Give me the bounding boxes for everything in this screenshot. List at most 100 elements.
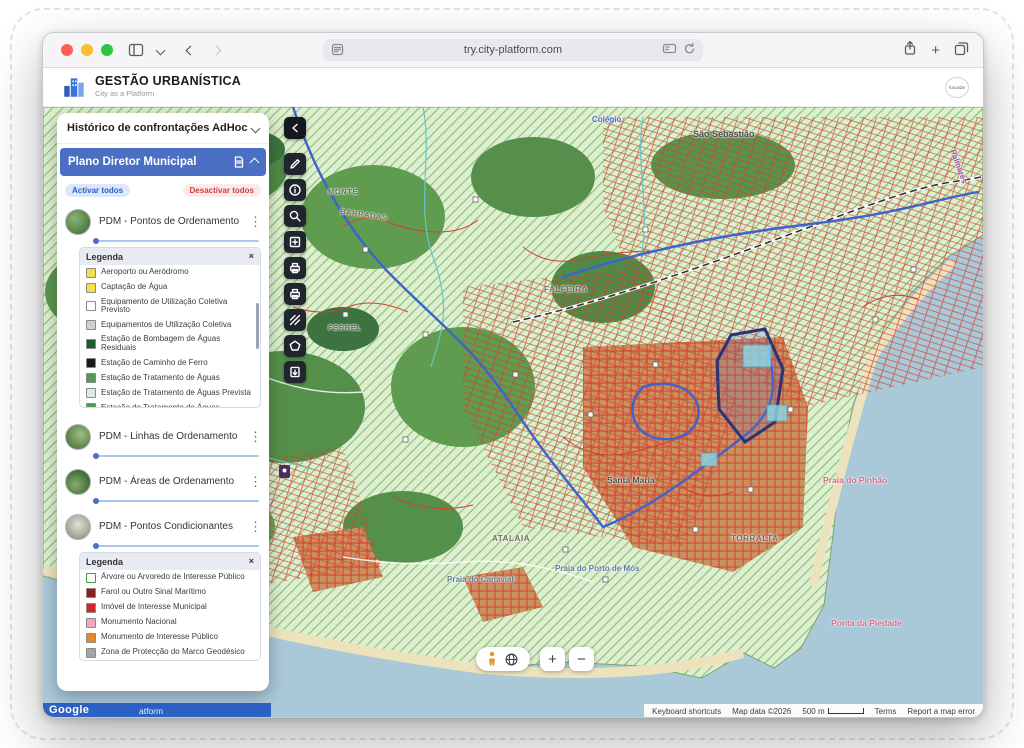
activate-all-button[interactable]: Activar todos bbox=[65, 184, 130, 197]
scale-control: 500 m bbox=[802, 707, 863, 716]
brand-logo: focus2e bbox=[945, 77, 969, 98]
legend-panel-points: Legenda × Aeroporto ou Aeródromo Captaçã… bbox=[79, 247, 261, 408]
info-tool-button[interactable] bbox=[284, 179, 306, 201]
map-label: São Sebastião bbox=[693, 129, 755, 139]
screenshot-stage: try.city-platform.com + bbox=[0, 0, 1024, 748]
opacity-slider[interactable] bbox=[95, 240, 259, 242]
globe-icon[interactable] bbox=[504, 652, 519, 667]
browser-toolbar: try.city-platform.com + bbox=[43, 33, 983, 68]
close-window-button[interactable] bbox=[61, 44, 73, 56]
app-title: GESTÃO URBANÍSTICA bbox=[95, 74, 241, 88]
layer-thumbnail[interactable] bbox=[65, 514, 91, 540]
add-layer-tool-button[interactable] bbox=[284, 231, 306, 253]
layer-menu-button[interactable]: ⋮ bbox=[249, 214, 261, 230]
footer-tail-text: atform bbox=[139, 706, 163, 716]
layer-thumbnail[interactable] bbox=[65, 469, 91, 495]
layer-thumbnail[interactable] bbox=[65, 209, 91, 235]
layer-menu-button[interactable]: ⋮ bbox=[249, 429, 261, 445]
share-icon[interactable] bbox=[903, 40, 917, 61]
opacity-slider[interactable] bbox=[95, 455, 259, 457]
privacy-badge-icon[interactable] bbox=[662, 42, 677, 60]
draw-tool-button[interactable] bbox=[284, 153, 306, 175]
sidebar-chevron-icon[interactable] bbox=[151, 41, 169, 59]
map-label: Ponta da Piedade bbox=[831, 618, 902, 628]
map-label: Colégio bbox=[592, 115, 621, 124]
zoom-window-button[interactable] bbox=[101, 44, 113, 56]
legend-item: Equipamento de Utilização Coletiva Previ… bbox=[80, 295, 260, 318]
legend-item: Zona de Protecção do Marco Geodésico bbox=[80, 645, 260, 660]
legend-item: Captação de Água bbox=[80, 280, 260, 295]
opacity-slider[interactable] bbox=[95, 500, 259, 502]
map-marker[interactable] bbox=[279, 465, 290, 478]
sidebar-toggle-icon[interactable] bbox=[127, 41, 145, 59]
legend-item: Árvore ou Arvoredo de Interesse Público bbox=[80, 570, 260, 585]
legend-item: Monumento de Interesse Público bbox=[80, 630, 260, 645]
layer-thumbnail[interactable] bbox=[65, 424, 91, 450]
collapse-panel-button[interactable] bbox=[284, 117, 306, 139]
zoom-out-button[interactable]: − bbox=[569, 647, 594, 671]
document-icon bbox=[234, 156, 244, 168]
polygon-tool-button[interactable] bbox=[284, 335, 306, 357]
layer-label: PDM - Pontos Condicionantes bbox=[99, 521, 241, 533]
layer-menu-button[interactable]: ⋮ bbox=[249, 474, 261, 490]
forward-button[interactable] bbox=[207, 41, 225, 59]
legend-item: Estação de Tratamento de Águas bbox=[80, 371, 260, 386]
tab-overview-icon[interactable] bbox=[954, 41, 969, 61]
map-attribution: Keyboard shortcuts Map data ©2026 500 m … bbox=[644, 704, 983, 718]
map-toolbar bbox=[284, 117, 306, 383]
report-error-link[interactable]: Report a map error bbox=[907, 707, 975, 716]
opacity-slider[interactable] bbox=[95, 545, 259, 547]
chevron-up-icon bbox=[250, 157, 260, 167]
plan-header[interactable]: Plano Diretor Municipal bbox=[60, 148, 266, 176]
legend-panel-condicionantes: Legenda × Árvore ou Arvoredo de Interess… bbox=[79, 552, 261, 661]
chevron-down-icon bbox=[251, 123, 261, 133]
export-tool-button[interactable] bbox=[284, 361, 306, 383]
layer-menu-button[interactable]: ⋮ bbox=[249, 519, 261, 535]
map-label: MONTE bbox=[328, 187, 358, 196]
layer-row[interactable]: PDM - Áreas de Ordenamento ⋮ bbox=[57, 462, 269, 497]
print-area-tool-button[interactable] bbox=[284, 283, 306, 305]
streetview-globe-control[interactable] bbox=[476, 647, 530, 671]
map-label: Santa Maria bbox=[607, 475, 655, 485]
close-icon[interactable]: × bbox=[249, 557, 254, 566]
main-content: Colégio São Sebastião Palmares MONTE BAR… bbox=[43, 107, 983, 718]
app-subtitle: City as a Platform bbox=[95, 89, 241, 98]
layer-row[interactable]: PDM - Linhas de Ordenamento ⋮ bbox=[57, 417, 269, 452]
minimize-window-button[interactable] bbox=[81, 44, 93, 56]
legend-item: Estação de Caminho de Ferro bbox=[80, 356, 260, 371]
map-label: Praia do Pinhão bbox=[823, 475, 887, 485]
print-tool-button[interactable] bbox=[284, 257, 306, 279]
search-tool-button[interactable] bbox=[284, 205, 306, 227]
legend-item: Estação de Bombagem de Águas Residuais bbox=[80, 333, 260, 356]
layers-sidebar: Histórico de confrontações AdHoc Plano D… bbox=[57, 113, 269, 691]
map-label: Praia do Canavial bbox=[447, 575, 514, 584]
legend-body[interactable]: Árvore ou Arvoredo de Interesse Público … bbox=[80, 570, 260, 660]
keyboard-shortcuts-link[interactable]: Keyboard shortcuts bbox=[652, 707, 721, 716]
legend-item: Farol ou Outro Sinal Marítimo bbox=[80, 585, 260, 600]
reload-icon[interactable] bbox=[683, 42, 696, 60]
zoom-in-button[interactable]: + bbox=[540, 647, 565, 671]
address-bar[interactable]: try.city-platform.com bbox=[323, 39, 703, 61]
legend-body[interactable]: Aeroporto ou Aeródromo Captação de Água … bbox=[80, 265, 260, 407]
pegman-icon[interactable] bbox=[487, 651, 497, 667]
google-logo[interactable]: Google bbox=[49, 704, 89, 716]
footer-strip: Google atform bbox=[43, 703, 271, 718]
map-data-text: Map data ©2026 bbox=[732, 707, 791, 716]
close-icon[interactable]: × bbox=[249, 252, 254, 261]
map-label: Praia do Porto de Mós bbox=[555, 564, 639, 573]
layer-row[interactable]: PDM - Pontos de Ordenamento ⋮ bbox=[57, 202, 269, 237]
legend-title: Legenda bbox=[86, 252, 123, 262]
history-dropdown[interactable]: Histórico de confrontações AdHoc bbox=[57, 113, 269, 144]
reader-icon[interactable] bbox=[331, 43, 344, 61]
deactivate-all-button[interactable]: Desactivar todos bbox=[183, 184, 261, 197]
layer-label: PDM - Pontos de Ordenamento bbox=[99, 216, 241, 228]
map-label: ATALAIA bbox=[492, 534, 530, 543]
hatch-tool-button[interactable] bbox=[284, 309, 306, 331]
legend-item: Equipamentos de Utilização Coletiva bbox=[80, 318, 260, 333]
scrollbar-thumb[interactable] bbox=[256, 303, 259, 349]
terms-link[interactable]: Terms bbox=[875, 707, 897, 716]
back-button[interactable] bbox=[181, 41, 199, 59]
layer-row[interactable]: PDM - Pontos Condicionantes ⋮ bbox=[57, 507, 269, 542]
new-tab-icon[interactable]: + bbox=[931, 42, 940, 59]
map-label: FALFEIRA bbox=[544, 285, 588, 294]
